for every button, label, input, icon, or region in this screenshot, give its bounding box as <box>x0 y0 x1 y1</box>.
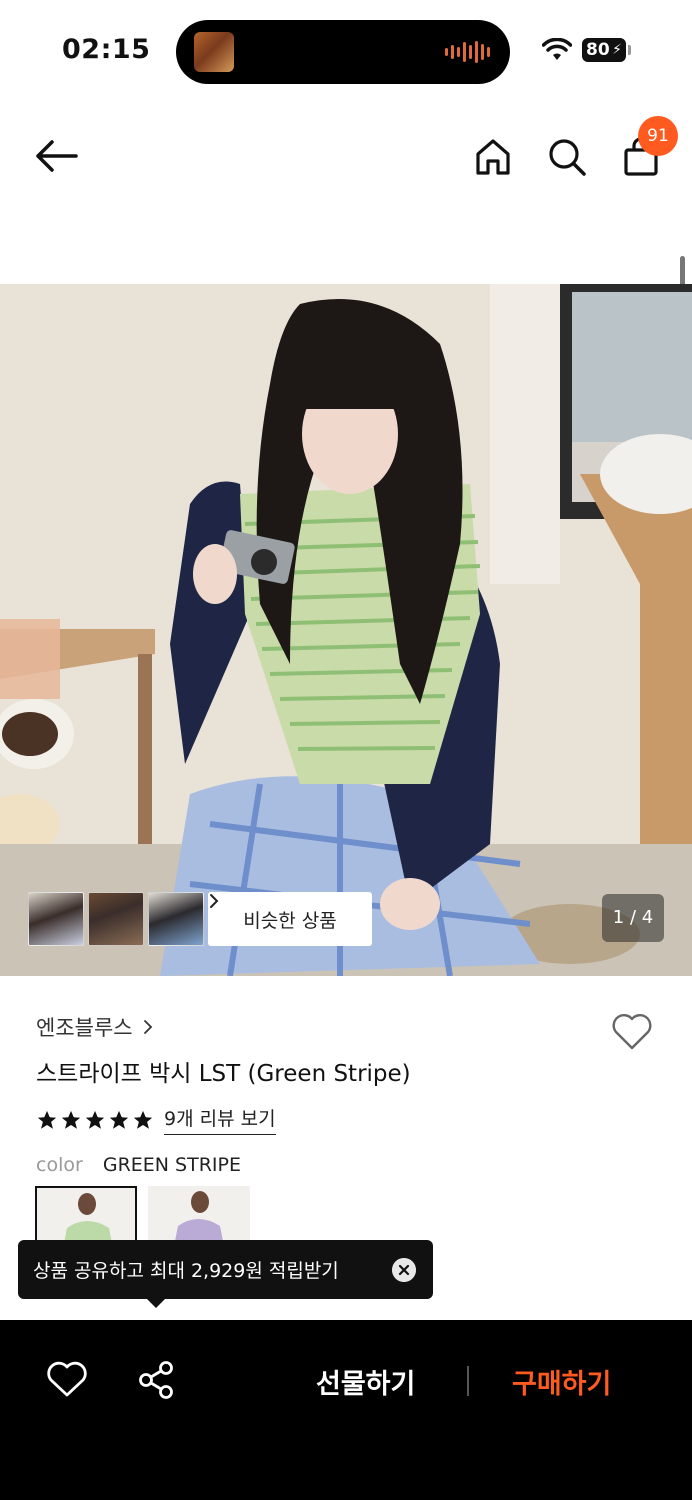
home-icon[interactable] <box>470 134 516 180</box>
thumbnail-strip <box>28 892 204 946</box>
thumbnail-3[interactable] <box>148 892 204 946</box>
audio-waveform-icon <box>445 41 490 63</box>
brand-name: 엔조블루스 <box>36 1016 133 1040</box>
rating-stars <box>36 1109 154 1131</box>
action-divider <box>467 1366 469 1396</box>
share-icon[interactable] <box>136 1360 178 1400</box>
heart-icon[interactable] <box>46 1360 88 1400</box>
bottom-action-bar: 선물하기 구매하기 <box>0 1320 692 1500</box>
share-reward-tooltip: 상품 공유하고 최대 2,929원 적립받기 <box>18 1240 433 1299</box>
charging-icon: ⚡ <box>612 42 622 58</box>
chevron-right-icon <box>143 1020 152 1034</box>
battery-tip <box>628 45 631 55</box>
wifi-icon <box>542 38 572 60</box>
product-photo <box>0 284 692 976</box>
close-icon[interactable] <box>392 1258 416 1282</box>
product-image-gallery[interactable]: 비슷한 상품 1 / 4 <box>0 284 692 976</box>
image-page-indicator: 1 / 4 <box>602 894 664 942</box>
buy-button[interactable]: 구매하기 <box>512 1362 611 1401</box>
battery-level: 80 <box>586 40 610 60</box>
back-arrow-icon[interactable] <box>30 136 82 176</box>
thumbnail-2[interactable] <box>88 892 144 946</box>
chevron-right-icon <box>210 894 219 908</box>
product-title: 스트라이프 박시 LST (Green Stripe) <box>36 1061 411 1087</box>
color-selector-label: color GREEN STRIPE <box>36 1154 241 1176</box>
rating-row: 9개 리뷰 보기 <box>36 1104 276 1135</box>
similar-products-button[interactable]: 비슷한 상품 <box>208 892 372 946</box>
star-icon <box>85 1110 105 1129</box>
brand-link[interactable]: 엔조블루스 <box>36 1012 153 1042</box>
battery-indicator: 80 ⚡ <box>582 38 626 62</box>
color-swatch-purple[interactable] <box>148 1186 250 1246</box>
star-icon <box>109 1110 129 1129</box>
review-link[interactable]: 9개 리뷰 보기 <box>164 1104 276 1135</box>
star-icon <box>61 1110 81 1129</box>
color-swatch-green[interactable] <box>35 1186 137 1246</box>
gift-button[interactable]: 선물하기 <box>316 1362 415 1401</box>
cart-count-badge: 91 <box>638 116 678 156</box>
search-icon[interactable] <box>544 134 590 180</box>
swatch-image <box>37 1188 135 1244</box>
top-nav <box>0 110 692 202</box>
status-bar: 02:15 80 ⚡ <box>0 0 692 100</box>
now-playing-artwork <box>194 32 234 72</box>
similar-products-label: 비슷한 상품 <box>243 909 337 932</box>
star-icon <box>133 1110 153 1129</box>
tooltip-arrow <box>146 1298 166 1308</box>
star-icon <box>37 1110 57 1129</box>
status-time: 02:15 <box>62 34 151 65</box>
swatch-image <box>148 1186 250 1246</box>
dynamic-island[interactable] <box>176 20 510 84</box>
tooltip-text: 상품 공유하고 최대 2,929원 적립받기 <box>33 1260 339 1282</box>
color-label: color <box>36 1154 83 1176</box>
thumbnail-1[interactable] <box>28 892 84 946</box>
wishlist-heart-icon[interactable] <box>610 1012 654 1052</box>
color-value: GREEN STRIPE <box>102 1154 241 1176</box>
